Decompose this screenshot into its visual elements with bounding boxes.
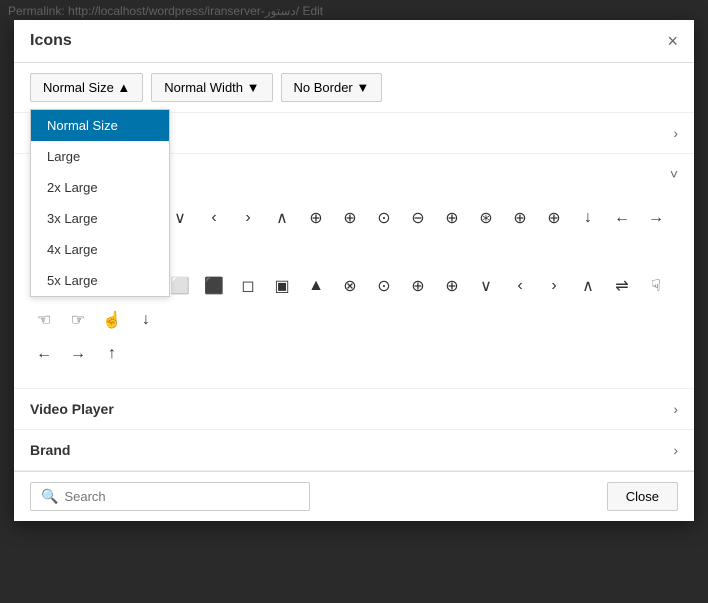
icon-chevron-circle-left[interactable]: ⊙ [370, 272, 398, 300]
brand-label: Brand [30, 442, 70, 458]
icon-hand-o-up[interactable]: ☝ [98, 306, 126, 334]
size-option-5xlarge[interactable]: 5x Large [31, 265, 169, 296]
text-editor-chevron: › [673, 125, 678, 141]
icon-arrow-circle-o-left[interactable]: ⊖ [404, 204, 432, 232]
directional-icon-row-3: ← → ↑ [30, 340, 678, 368]
icon-arrow-left[interactable]: ← [608, 204, 636, 232]
toolbar: Normal Size ▲ Normal Width ▼ No Border ▼… [14, 63, 694, 113]
search-container: 🔍 [30, 482, 310, 511]
icon-chevron-left[interactable]: ‹ [506, 272, 534, 300]
icon-arrow-circle-o-up[interactable]: ⊛ [472, 204, 500, 232]
icon-long-arrow-down[interactable]: ↓ [132, 306, 160, 334]
close-button[interactable]: Close [607, 482, 678, 511]
modal-overlay: Icons × Normal Size ▲ Normal Width ▼ No … [0, 0, 708, 603]
icon-caret-square-o-down[interactable]: ⬜ [166, 272, 194, 300]
icon-caret-up[interactable]: ▲ [302, 272, 330, 300]
icon-chevron-circle-up[interactable]: ⊕ [438, 272, 466, 300]
icon-caret-square-o-right[interactable]: ◻ [234, 272, 262, 300]
icon-arrow-circle-down[interactable]: ⊕ [302, 204, 330, 232]
icon-exchange[interactable]: ⇌ [608, 272, 636, 300]
size-option-3xlarge[interactable]: 3x Large [31, 203, 169, 234]
brand-section-header[interactable]: Brand › [14, 430, 694, 470]
size-option-4xlarge[interactable]: 4x Large [31, 234, 169, 265]
icon-hand-o-left[interactable]: ☜ [30, 306, 58, 334]
icon-caret-square-o-up[interactable]: ▣ [268, 272, 296, 300]
modal: Icons × Normal Size ▲ Normal Width ▼ No … [14, 20, 694, 521]
width-dropdown-label: Normal Width ▼ [164, 80, 259, 95]
icon-chevron-up[interactable]: ∧ [574, 272, 602, 300]
size-option-large[interactable]: Large [31, 141, 169, 172]
icon-arrow-circle-right[interactable]: ⊕ [506, 204, 534, 232]
video-player-chevron: › [673, 401, 678, 417]
icon-arrow-right[interactable]: → [642, 204, 670, 232]
directional-chevron: ˅ [670, 166, 678, 182]
icon-arrow-circle-o-right[interactable]: ⊕ [438, 204, 466, 232]
size-dropdown-label: Normal Size ▲ [43, 80, 130, 95]
width-dropdown-button[interactable]: Normal Width ▼ [151, 73, 272, 102]
icon-angle-right[interactable]: › [234, 204, 262, 232]
brand-section: Brand › [14, 430, 694, 471]
modal-header: Icons × [14, 20, 694, 63]
size-option-normal[interactable]: Normal Size [31, 110, 169, 141]
size-dropdown-menu: Normal Size Large 2x Large 3x Large 4x L… [30, 109, 170, 297]
icon-arrow-circle-o-down[interactable]: ⊙ [370, 204, 398, 232]
icon-arrow-circle-up[interactable]: ⊕ [540, 204, 568, 232]
icon-long-arrow-right[interactable]: → [64, 340, 92, 368]
icon-hand-o-down[interactable]: ☟ [642, 272, 670, 300]
modal-title: Icons [30, 32, 72, 50]
size-option-2xlarge[interactable]: 2x Large [31, 172, 169, 203]
search-input[interactable] [64, 489, 299, 504]
video-player-section: Video Player › [14, 389, 694, 430]
icon-caret-square-o-left[interactable]: ⬛ [200, 272, 228, 300]
border-dropdown-button[interactable]: No Border ▼ [281, 73, 383, 102]
modal-close-button[interactable]: × [667, 32, 678, 50]
icon-hand-o-right[interactable]: ☞ [64, 306, 92, 334]
icon-chevron-circle-right[interactable]: ⊕ [404, 272, 432, 300]
icon-arrow-circle-left[interactable]: ⊕ [336, 204, 364, 232]
icon-angle-up[interactable]: ∧ [268, 204, 296, 232]
brand-chevron: › [673, 442, 678, 458]
icon-angle-down[interactable]: ∨ [166, 204, 194, 232]
size-dropdown-button[interactable]: Normal Size ▲ [30, 73, 143, 102]
video-player-label: Video Player [30, 401, 114, 417]
modal-footer: 🔍 Close [14, 471, 694, 521]
icon-arrow-down[interactable]: ↓ [574, 204, 602, 232]
icon-long-arrow-up[interactable]: ↑ [98, 340, 126, 368]
video-player-section-header[interactable]: Video Player › [14, 389, 694, 429]
icon-chevron-down[interactable]: ∨ [472, 272, 500, 300]
icon-long-arrow-left[interactable]: ← [30, 340, 58, 368]
icon-angle-left[interactable]: ‹ [200, 204, 228, 232]
border-dropdown-label: No Border ▼ [294, 80, 370, 95]
search-icon: 🔍 [41, 488, 58, 505]
icon-chevron-circle-down[interactable]: ⊗ [336, 272, 364, 300]
icon-chevron-right[interactable]: › [540, 272, 568, 300]
